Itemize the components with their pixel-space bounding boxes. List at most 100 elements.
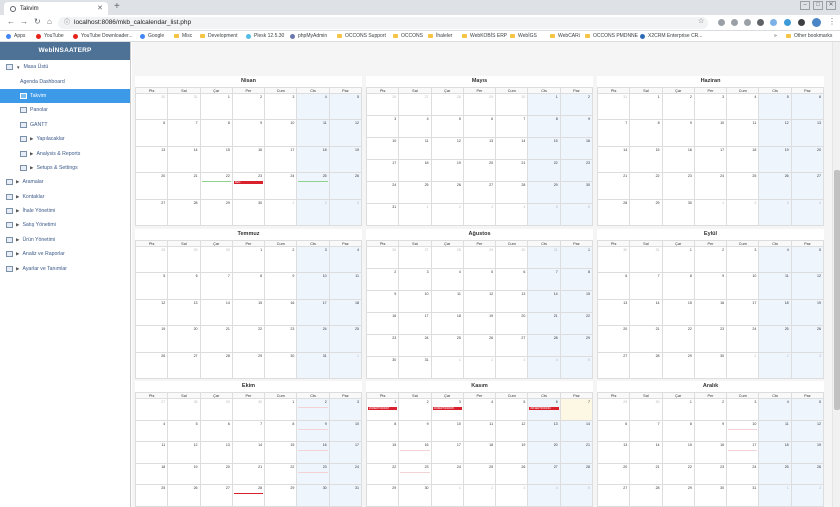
day-cell[interactable]: 29 xyxy=(596,398,631,421)
day-cell[interactable]: 17 xyxy=(398,312,432,335)
day-cell[interactable]: 24 xyxy=(328,462,363,486)
day-cell[interactable]: 29 xyxy=(231,351,266,379)
day-cell[interactable]: 28 xyxy=(559,462,594,486)
day-cell[interactable]: 7 xyxy=(559,398,594,421)
close-window-icon[interactable]: ✕ xyxy=(826,1,836,10)
day-cell[interactable]: 1 xyxy=(559,246,594,269)
day-cell[interactable]: 10 xyxy=(398,290,432,313)
day-cell[interactable]: 3 xyxy=(328,198,363,226)
day-cell[interactable]: 26 xyxy=(365,93,400,116)
day-cell[interactable]: 4 xyxy=(495,203,529,226)
day-cell[interactable]: 1 xyxy=(758,484,792,507)
day-cell[interactable]: 11 xyxy=(726,119,760,147)
day-cell[interactable]: 2 xyxy=(430,203,464,226)
day-cell[interactable]: 27 xyxy=(398,93,432,116)
day-cell[interactable]: 30 xyxy=(365,356,400,379)
day-cell[interactable]: 31 xyxy=(726,484,760,507)
day-cell[interactable]: 29 xyxy=(629,198,663,226)
day-cell[interactable]: 21 xyxy=(167,172,201,200)
day-cell[interactable]: 28 xyxy=(167,198,201,226)
sidebar-item-satış-yönetimi[interactable]: ▶ Satış Yönetimi xyxy=(0,218,130,232)
event-bar[interactable]: 2019ERT0000007 xyxy=(368,407,398,410)
day-cell[interactable]: 8 xyxy=(661,419,695,443)
event-marker[interactable] xyxy=(298,450,328,452)
day-cell[interactable]: 8 xyxy=(559,268,594,291)
day-cell[interactable]: 2 xyxy=(693,398,728,421)
day-cell[interactable]: 31 xyxy=(398,356,432,379)
day-cell[interactable]: 30 xyxy=(661,198,695,226)
day-cell[interactable]: 15 xyxy=(661,441,695,464)
day-cell[interactable]: 1 xyxy=(328,351,363,379)
day-cell[interactable]: 6 xyxy=(167,272,201,300)
day-cell[interactable]: 12 xyxy=(462,290,497,313)
maximize-icon[interactable]: □ xyxy=(813,1,823,10)
bookmark-item[interactable]: WebCARi xyxy=(550,33,580,39)
day-cell[interactable]: 31 xyxy=(629,245,663,274)
day-cell[interactable]: 17 xyxy=(296,298,330,327)
day-cell[interactable]: 20 xyxy=(462,159,497,182)
day-cell[interactable]: 26 xyxy=(134,351,169,379)
day-cell[interactable]: 26 xyxy=(430,181,464,204)
day-cell[interactable]: 4 xyxy=(134,419,169,443)
day-cell[interactable]: 3 xyxy=(726,398,760,421)
day-cell[interactable]: 9 xyxy=(231,119,266,147)
day-cell[interactable]: 30 xyxy=(559,181,594,204)
day-cell[interactable]: 6 xyxy=(462,115,497,138)
sidebar-item-i-hale-yönetimi[interactable]: ▶ İhale Yönetimi xyxy=(0,204,130,218)
day-cell[interactable]: 10 xyxy=(726,419,760,443)
day-cell[interactable]: 22 xyxy=(661,325,695,353)
close-tab-icon[interactable]: ✕ xyxy=(97,4,103,12)
day-cell[interactable]: 1 xyxy=(629,92,663,121)
day-cell[interactable]: 20 xyxy=(495,312,529,335)
day-cell[interactable]: 26 xyxy=(758,172,792,200)
day-cell[interactable]: 5 xyxy=(790,398,825,421)
day-cell[interactable]: 4 xyxy=(462,398,497,421)
day-cell[interactable]: 15 xyxy=(231,298,266,327)
day-cell[interactable]: 3 xyxy=(726,245,760,274)
day-cell[interactable]: 13 xyxy=(596,441,631,464)
day-cell[interactable]: 22 xyxy=(231,325,266,353)
day-cell[interactable]: 27 xyxy=(527,462,561,486)
day-cell[interactable]: 21 xyxy=(596,172,631,200)
day-cell[interactable]: 6 xyxy=(596,419,631,443)
day-cell[interactable]: 28 xyxy=(629,484,663,507)
day-cell[interactable]: 16 xyxy=(693,441,728,464)
day-cell[interactable]: 18 xyxy=(758,298,792,327)
day-cell[interactable]: 24 xyxy=(726,462,760,486)
day-cell[interactable]: 28 xyxy=(430,93,464,116)
day-cell[interactable]: 10 xyxy=(365,137,400,160)
day-cell[interactable]: 22 xyxy=(629,172,663,200)
forward-icon[interactable]: → xyxy=(20,17,28,26)
day-cell[interactable]: 9 xyxy=(264,272,298,300)
event-marker[interactable] xyxy=(728,428,758,430)
day-cell[interactable]: 30 xyxy=(134,92,169,121)
day-cell[interactable]: 27 xyxy=(398,246,432,269)
extension-icon[interactable] xyxy=(744,19,751,26)
day-cell[interactable]: 2 xyxy=(462,356,497,379)
day-cell[interactable]: 23 xyxy=(661,172,695,200)
event-marker[interactable] xyxy=(728,450,758,452)
day-cell[interactable]: 25 xyxy=(726,172,760,200)
bookmark-item[interactable]: Misc xyxy=(174,33,192,39)
day-cell[interactable]: 30 xyxy=(596,245,631,274)
day-cell[interactable]: 29 xyxy=(167,245,201,274)
day-cell[interactable]: 30 xyxy=(629,398,663,421)
sidebar-item-yapılacaklar[interactable]: ▶ Yapılacaklar xyxy=(0,132,130,146)
day-cell[interactable]: 7 xyxy=(199,272,233,300)
day-cell[interactable]: 29 xyxy=(199,398,233,421)
sidebar-item-setups-settings[interactable]: ▶ Setups & Settings xyxy=(0,161,130,175)
event-marker[interactable] xyxy=(400,450,430,452)
day-cell[interactable]: 28 xyxy=(430,246,464,269)
day-cell[interactable]: 13 xyxy=(790,119,825,147)
day-cell[interactable]: 6 xyxy=(134,119,169,147)
day-cell[interactable]: 16 xyxy=(231,145,266,174)
day-cell[interactable]: 28 xyxy=(134,245,169,274)
bookmark-item[interactable]: Plesk 12.5.30 xyxy=(246,33,284,39)
day-cell[interactable]: 7 xyxy=(596,119,631,147)
day-cell[interactable]: 1 2019ERT0000007 xyxy=(365,398,400,421)
day-cell[interactable]: 12 xyxy=(167,441,201,464)
sidebar-item-aramalar[interactable]: ▶ Aramalar xyxy=(0,175,130,189)
day-cell[interactable]: 20 xyxy=(199,462,233,486)
day-cell[interactable]: 21 xyxy=(629,325,663,353)
sidebar-item-ayarlar-ve-tanımlar[interactable]: ▶ Ayarlar ve Tanımlar xyxy=(0,261,130,275)
